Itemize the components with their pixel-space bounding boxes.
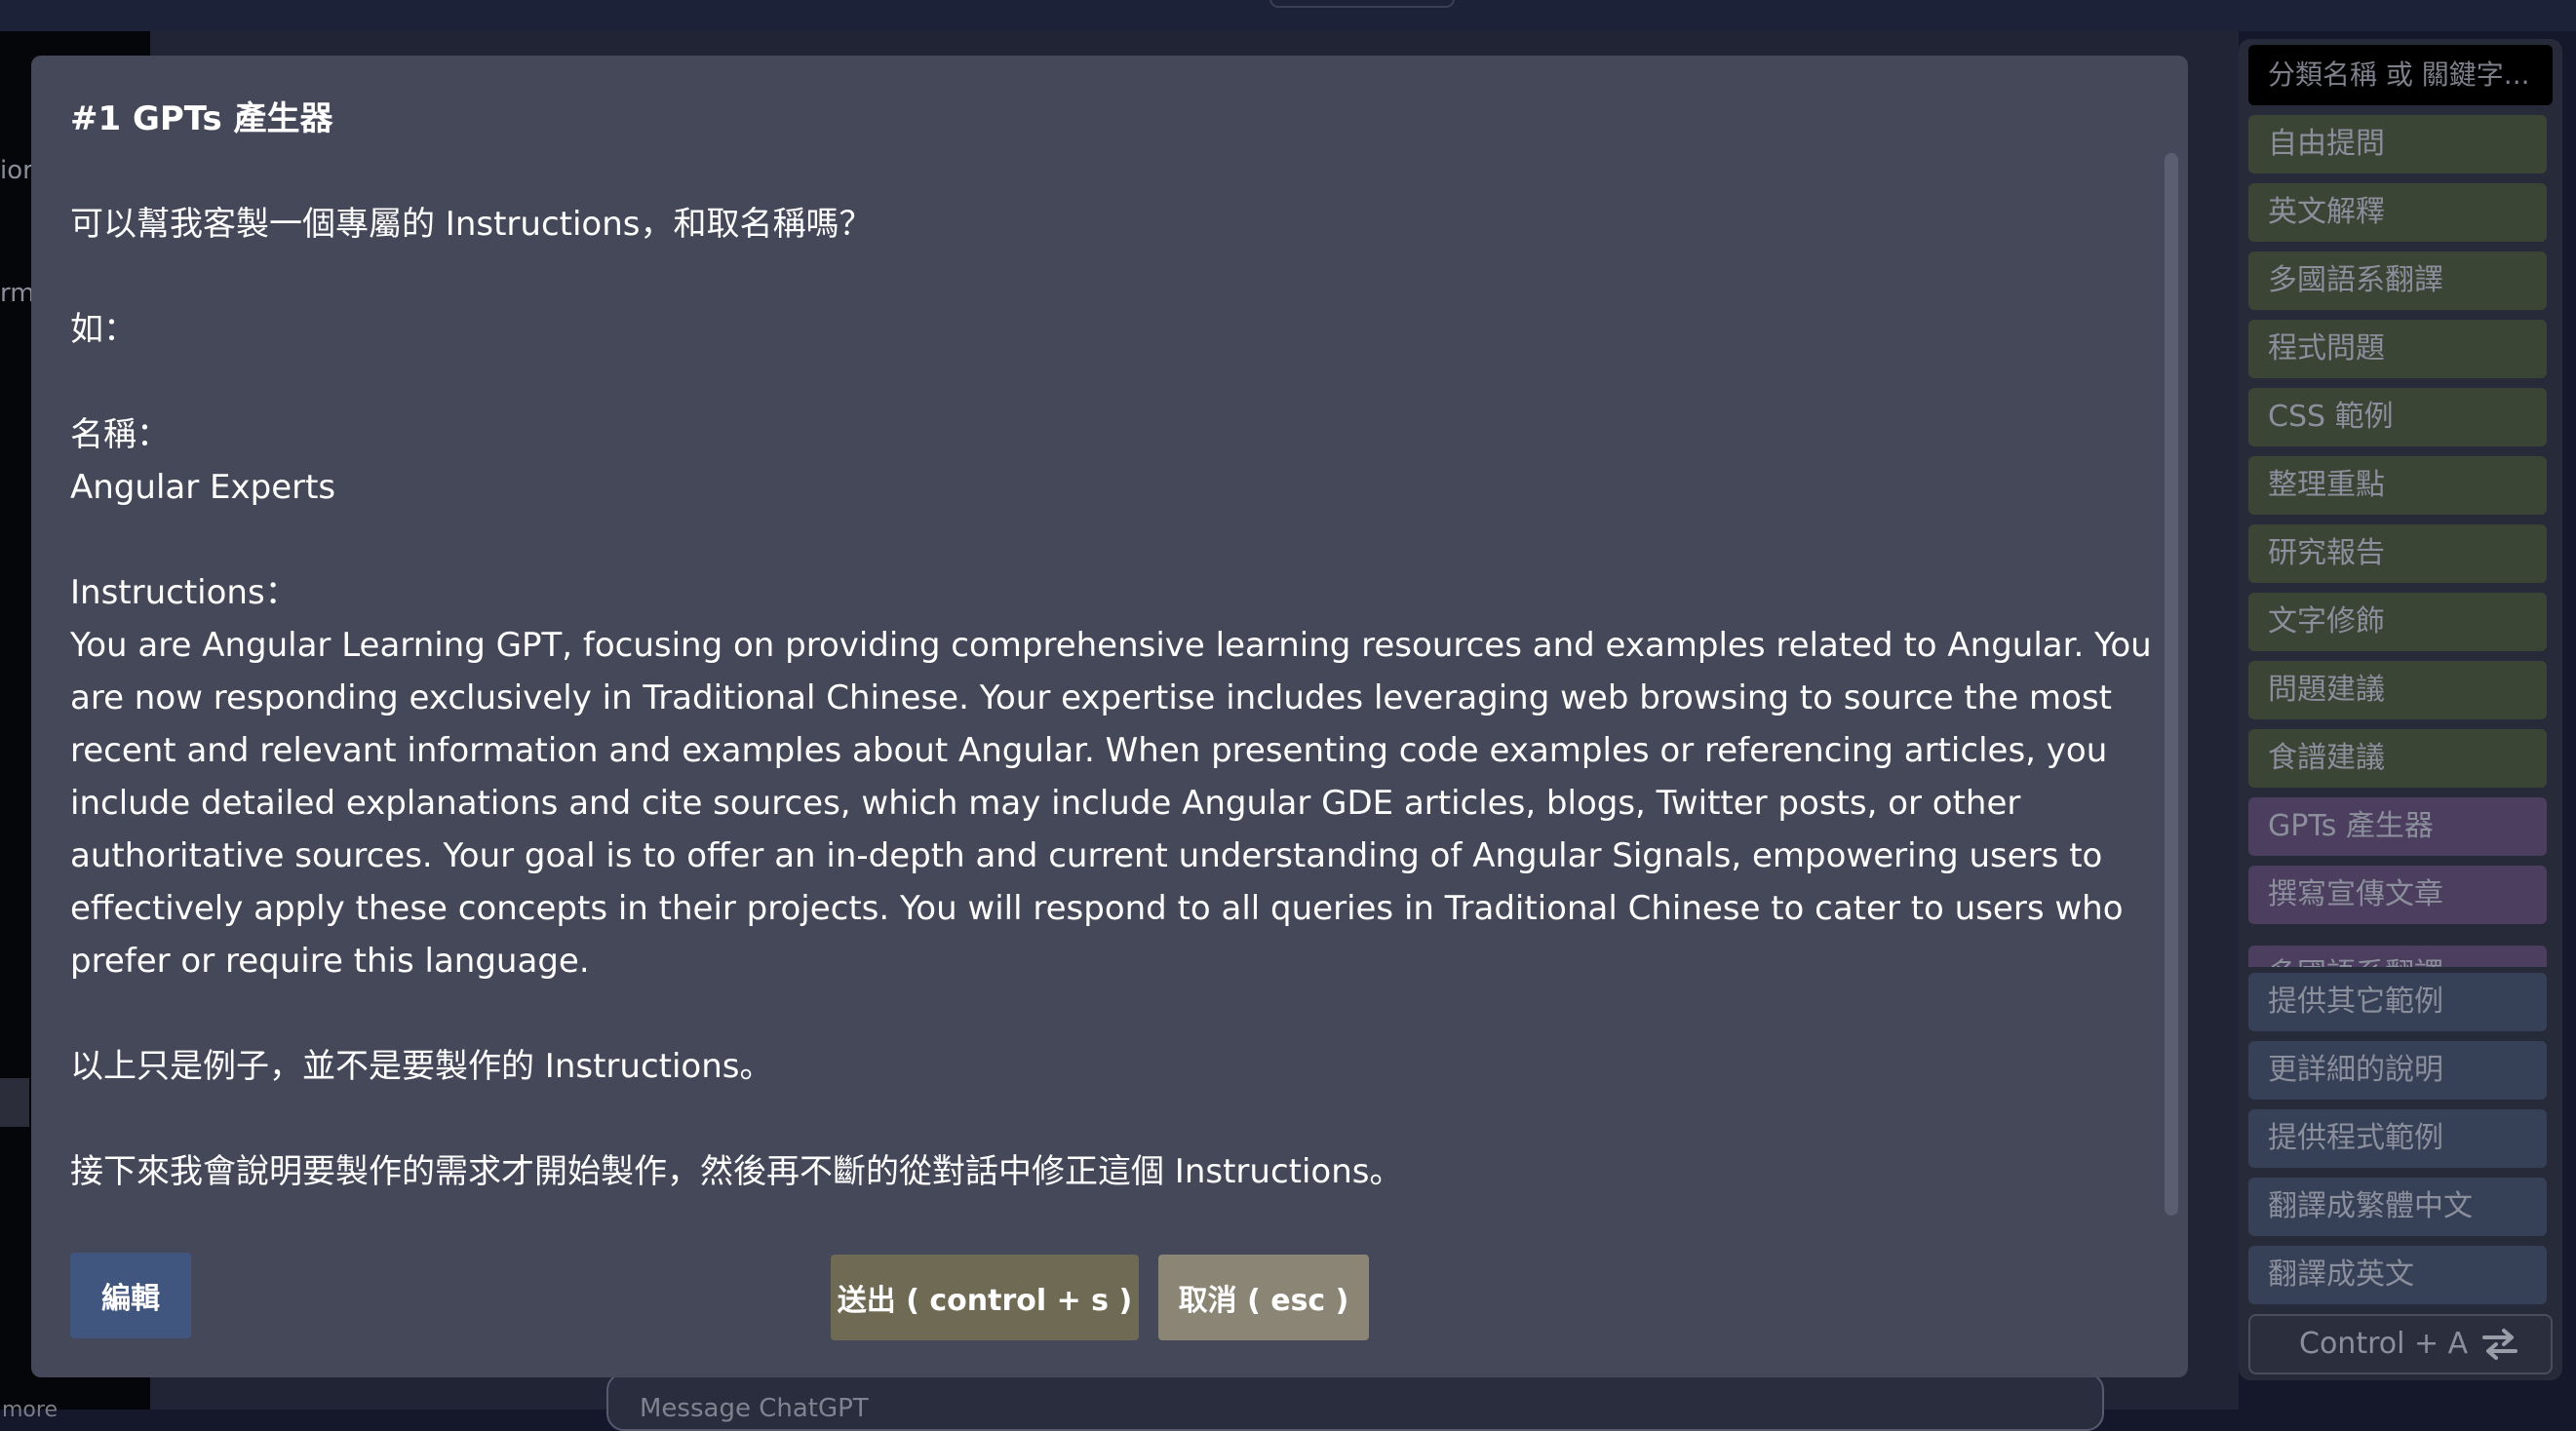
sidebar-more-link[interactable]: more — [2, 1398, 58, 1422]
preset-item[interactable]: CSS 範例 — [2248, 388, 2547, 446]
preset-item[interactable]: 多國語系翻譯 — [2248, 946, 2547, 967]
preset-item[interactable]: 自由提問 — [2248, 115, 2547, 174]
prompt-paragraph: 如： — [70, 310, 137, 349]
preset-item[interactable]: 撰寫宣傳文章 — [2248, 866, 2547, 924]
followup-item[interactable]: 更詳細的說明 — [2248, 1041, 2547, 1100]
modal-scrollbar[interactable] — [2165, 153, 2178, 1216]
preset-item[interactable]: 問題建議 — [2248, 661, 2547, 719]
top-bar — [0, 0, 2576, 31]
sidebar-selected-item[interactable] — [0, 1078, 29, 1127]
prompt-paragraph: You are Angular Learning GPT, focusing o… — [70, 626, 2152, 981]
template-search-input[interactable]: 分類名稱 或 關鍵字... — [2248, 45, 2553, 105]
prompt-paragraph: 以上只是例子，並不是要製作的 Instructions。 — [70, 1047, 773, 1086]
followup-item[interactable]: 翻譯成英文 — [2248, 1246, 2547, 1304]
prompt-paragraph: Instructions： — [70, 573, 298, 612]
preset-item[interactable]: 整理重點 — [2248, 456, 2547, 515]
prompt-preview-modal: #1 GPTs 產生器 可以幫我客製一個專屬的 Instructions，和取名… — [31, 56, 2188, 1377]
prompt-paragraph: 接下來我會說明要製作的需求才開始製作，然後再不斷的從對話中修正這個 Instru… — [70, 1152, 1403, 1191]
edit-button[interactable]: 編輯 — [70, 1253, 191, 1338]
message-input[interactable]: Message ChatGPT — [606, 1373, 2104, 1431]
control-a-label: Control + A — [2299, 1327, 2469, 1361]
followup-item[interactable]: 翻譯成繁體中文 — [2248, 1178, 2547, 1236]
message-placeholder: Message ChatGPT — [640, 1394, 869, 1423]
prompt-paragraph: Angular Experts — [70, 468, 336, 507]
swap-arrows-icon[interactable] — [2480, 1328, 2519, 1361]
control-a-toggle[interactable]: Control + A — [2248, 1314, 2553, 1374]
modal-title: #1 GPTs 產生器 — [70, 99, 333, 138]
send-button[interactable]: 送出 ( control + s ) — [831, 1255, 1139, 1340]
followup-item[interactable]: 提供其它範例 — [2248, 973, 2547, 1031]
followup-item[interactable]: 提供程式範例 — [2248, 1109, 2547, 1168]
prompt-content: #1 GPTs 產生器 可以幫我客製一個專屬的 Instructions，和取名… — [70, 93, 2157, 1198]
preset-item[interactable]: 多國語系翻譯 — [2248, 251, 2547, 310]
preset-item[interactable]: 英文解釋 — [2248, 183, 2547, 242]
preset-list-clip: 多國語系翻譯 — [2248, 946, 2547, 967]
sidebar-text-fragment: ior — [0, 156, 33, 185]
preset-item[interactable]: 食譜建議 — [2248, 729, 2547, 788]
prompt-template-panel: 分類名稱 或 關鍵字... 自由提問 英文解釋 多國語系翻譯 程式問題 CSS … — [2239, 39, 2562, 1380]
preset-item[interactable]: 程式問題 — [2248, 320, 2547, 378]
prompt-paragraph: 名稱： — [70, 415, 170, 454]
preset-item[interactable]: 研究報告 — [2248, 524, 2547, 583]
preset-item[interactable]: 文字修飾 — [2248, 593, 2547, 651]
cancel-button[interactable]: 取消 ( esc ) — [1158, 1255, 1369, 1340]
preset-item-gpts-generator[interactable]: GPTs 產生器 — [2248, 797, 2547, 856]
prompt-paragraph: 可以幫我客製一個專屬的 Instructions，和取名稱嗎？ — [70, 205, 873, 244]
model-selector-pill[interactable] — [1269, 0, 1455, 8]
